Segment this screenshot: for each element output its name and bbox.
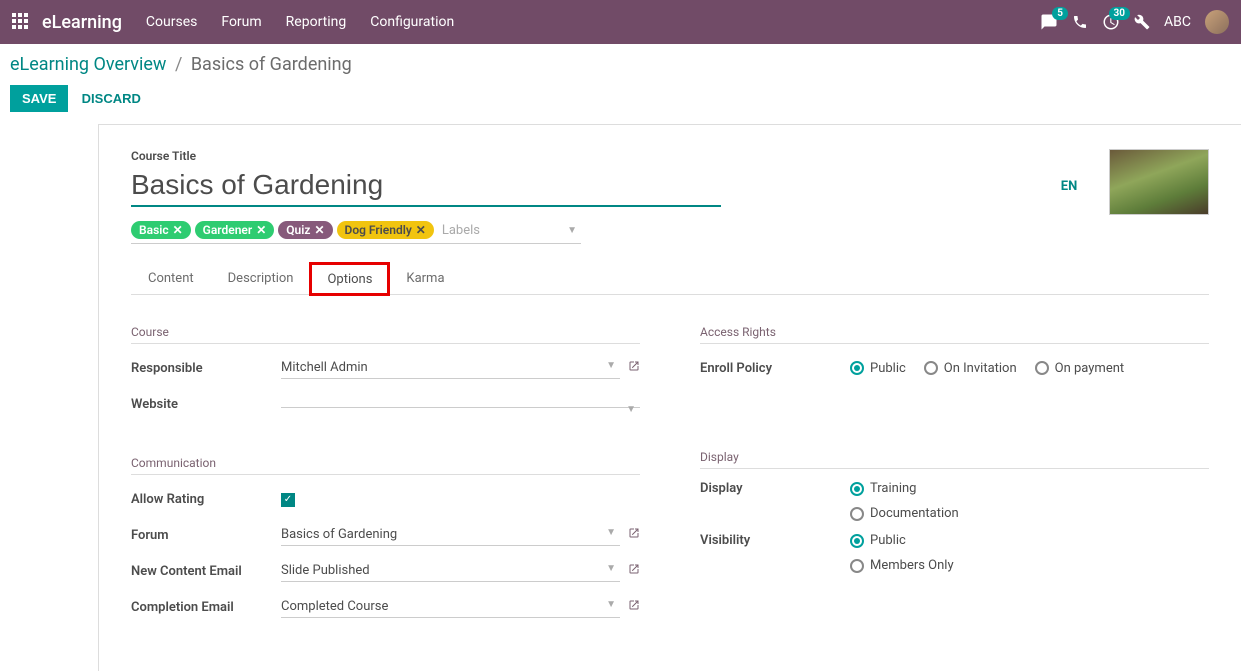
breadcrumb-current: Basics of Gardening: [191, 54, 352, 75]
section-display: Display: [700, 450, 1209, 469]
activity-icon[interactable]: 30: [1102, 13, 1120, 31]
forum-field[interactable]: Basics of Gardening▼: [281, 524, 620, 546]
chevron-down-icon[interactable]: ▼: [567, 225, 577, 236]
chat-badge: 5: [1052, 7, 1068, 20]
new-content-email-field[interactable]: Slide Published▼: [281, 560, 620, 582]
enroll-policy-radios: Public On Invitation On payment: [850, 361, 1124, 376]
visibility-radios: Public Members Only: [850, 533, 954, 573]
tools-icon[interactable]: [1134, 14, 1150, 30]
user-avatar[interactable]: [1205, 10, 1229, 34]
display-label: Display: [700, 481, 850, 496]
responsible-field[interactable]: Mitchell Admin▼: [281, 357, 620, 379]
course-title-label: Course Title: [131, 149, 1049, 163]
display-training[interactable]: Training: [850, 481, 916, 496]
chat-icon[interactable]: 5: [1040, 13, 1058, 31]
chevron-down-icon[interactable]: ▼: [606, 563, 616, 574]
chevron-down-icon[interactable]: ▼: [606, 527, 616, 538]
allow-rating-label: Allow Rating: [131, 492, 281, 507]
breadcrumb-root[interactable]: eLearning Overview: [10, 54, 166, 75]
tags-placeholder: Labels: [442, 223, 480, 238]
website-label: Website: [131, 397, 281, 412]
lang-button[interactable]: EN: [1061, 179, 1078, 194]
allow-rating-checkbox[interactable]: ✓: [281, 491, 295, 507]
nav-courses[interactable]: Courses: [146, 14, 197, 30]
tag-gardener[interactable]: Gardener✕: [195, 221, 275, 239]
close-icon[interactable]: ✕: [256, 223, 266, 237]
tab-description[interactable]: Description: [211, 262, 311, 294]
section-access-rights: Access Rights: [700, 325, 1209, 344]
nav-forum[interactable]: Forum: [221, 14, 261, 30]
nav-reporting[interactable]: Reporting: [286, 14, 347, 30]
visibility-public[interactable]: Public: [850, 533, 906, 548]
visibility-members[interactable]: Members Only: [850, 558, 954, 573]
close-icon[interactable]: ✕: [416, 223, 426, 237]
enroll-policy-label: Enroll Policy: [700, 361, 850, 376]
brand-title[interactable]: eLearning: [42, 12, 122, 33]
section-communication: Communication: [131, 456, 640, 475]
breadcrumb: eLearning Overview / Basics of Gardening: [10, 54, 1225, 75]
save-button[interactable]: SAVE: [10, 85, 68, 112]
tab-karma[interactable]: Karma: [389, 262, 461, 294]
close-icon[interactable]: ✕: [173, 223, 183, 237]
chevron-down-icon[interactable]: ▼: [606, 360, 616, 371]
discard-button[interactable]: DISCARD: [82, 91, 141, 106]
display-radios: Training Documentation: [850, 481, 959, 521]
forum-label: Forum: [131, 528, 281, 543]
close-icon[interactable]: ✕: [314, 223, 324, 237]
chevron-down-icon[interactable]: ▼: [626, 404, 636, 415]
website-field[interactable]: ▼: [281, 401, 640, 408]
top-navbar: eLearning Courses Forum Reporting Config…: [0, 0, 1241, 44]
course-title-input[interactable]: [131, 167, 721, 207]
nav-configuration[interactable]: Configuration: [370, 14, 454, 30]
display-documentation[interactable]: Documentation: [850, 506, 959, 521]
tag-basic[interactable]: Basic✕: [131, 221, 191, 239]
external-link-icon[interactable]: [628, 527, 640, 543]
user-menu[interactable]: ABC: [1164, 14, 1191, 30]
tags-field[interactable]: Basic✕ Gardener✕ Quiz✕ Dog Friendly✕ Lab…: [131, 221, 581, 244]
tab-options[interactable]: Options: [310, 263, 389, 295]
visibility-label: Visibility: [700, 533, 850, 548]
course-image[interactable]: [1109, 149, 1209, 215]
chevron-down-icon[interactable]: ▼: [606, 599, 616, 610]
activity-badge: 30: [1109, 7, 1130, 20]
phone-icon[interactable]: [1072, 14, 1088, 30]
new-content-email-label: New Content Email: [131, 564, 281, 579]
tab-content[interactable]: Content: [131, 262, 211, 294]
completion-email-field[interactable]: Completed Course▼: [281, 596, 620, 618]
responsible-label: Responsible: [131, 361, 281, 376]
form-sheet: Course Title Basic✕ Gardener✕ Quiz✕ Dog …: [98, 124, 1241, 671]
apps-icon[interactable]: [12, 13, 30, 31]
control-panel: eLearning Overview / Basics of Gardening…: [0, 44, 1241, 124]
section-course: Course: [131, 325, 640, 344]
enroll-payment[interactable]: On payment: [1035, 361, 1125, 376]
external-link-icon[interactable]: [628, 360, 640, 376]
enroll-invitation[interactable]: On Invitation: [924, 361, 1017, 376]
tag-dog-friendly[interactable]: Dog Friendly✕: [337, 221, 434, 239]
external-link-icon[interactable]: [628, 599, 640, 615]
tabs: Content Description Options Karma: [131, 262, 1209, 295]
external-link-icon[interactable]: [628, 563, 640, 579]
tag-quiz[interactable]: Quiz✕: [278, 221, 332, 239]
enroll-public[interactable]: Public: [850, 361, 906, 376]
completion-email-label: Completion Email: [131, 600, 281, 615]
